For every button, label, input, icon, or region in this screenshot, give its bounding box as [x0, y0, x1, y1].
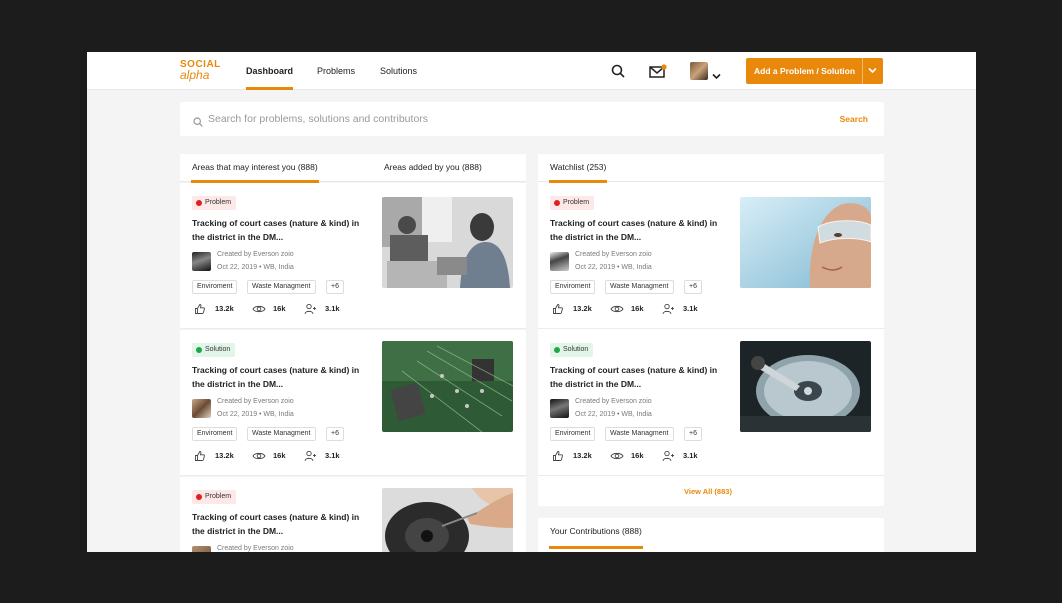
tag-more[interactable]: +6	[326, 427, 344, 441]
creator-name: Created by Everson zoio	[575, 398, 652, 405]
list-item[interactable]: Solution Tracking of court cases (nature…	[180, 330, 526, 476]
tag[interactable]: Enviroment	[192, 427, 238, 441]
tag-more[interactable]: +6	[684, 280, 702, 294]
followers-count: 3.1k	[683, 304, 698, 313]
eye-icon	[610, 305, 624, 313]
app-frame: SOCIAL alpha Dashboard Problems Solution…	[87, 52, 976, 552]
creator-avatar	[192, 546, 211, 552]
status-badge: Solution	[550, 343, 594, 357]
tag[interactable]: Waste Managment	[605, 427, 674, 441]
card-date-location: Oct 22, 2019 • WB, India	[575, 411, 652, 418]
likes-count: 13.2k	[215, 451, 234, 460]
card-title[interactable]: Tracking of court cases (nature & kind) …	[550, 363, 728, 391]
card-title[interactable]: Tracking of court cases (nature & kind) …	[550, 216, 728, 244]
user-follow-icon	[662, 303, 674, 315]
views-count: 16k	[631, 451, 644, 460]
followers-count: 3.1k	[325, 451, 340, 460]
card-image-hard-disk-drive[interactable]	[740, 341, 871, 432]
creator-avatar	[192, 252, 211, 271]
status-badge: Problem	[192, 490, 237, 504]
tab-contributions[interactable]: Your Contributions (888)	[549, 518, 643, 549]
tab-areas-added[interactable]: Areas added by you (888)	[384, 154, 482, 182]
likes-count: 13.2k	[215, 304, 234, 313]
add-button-label: Add a Problem / Solution	[754, 66, 856, 76]
tag[interactable]: Enviroment	[192, 280, 238, 294]
list-item[interactable]: Solution Tracking of court cases (nature…	[538, 330, 884, 476]
card-image-woman-safety-goggles[interactable]	[740, 197, 871, 288]
contributions-panel: Your Contributions (888)	[538, 518, 884, 552]
eye-icon	[252, 452, 266, 460]
logo-text-alpha: alpha	[180, 68, 210, 82]
creator-name: Created by Everson zoio	[217, 251, 294, 258]
user-avatar[interactable]	[690, 62, 708, 80]
card-image-office-people-laptops[interactable]	[382, 197, 513, 288]
thumbs-up-icon	[195, 304, 205, 314]
card-date-location: Oct 22, 2019 • WB, India	[217, 411, 294, 418]
tag[interactable]: Waste Managment	[247, 427, 316, 441]
creator-avatar	[192, 399, 211, 418]
areas-panel: Areas that may interest you (888) Areas …	[180, 154, 526, 552]
tag-more[interactable]: +6	[326, 280, 344, 294]
likes-count: 13.2k	[573, 451, 592, 460]
views-count: 16k	[273, 451, 286, 460]
likes-count: 13.2k	[573, 304, 592, 313]
creator-avatar	[550, 399, 569, 418]
areas-tabs: Areas that may interest you (888) Areas …	[180, 154, 526, 183]
tag[interactable]: Waste Managment	[247, 280, 316, 294]
card-image-circuit-board[interactable]	[382, 341, 513, 432]
chevron-down-icon[interactable]	[868, 67, 877, 74]
search-input[interactable]	[208, 110, 768, 128]
nav-dashboard[interactable]: Dashboard	[246, 52, 294, 90]
thumbs-up-icon	[553, 451, 563, 461]
search-icon	[193, 114, 203, 132]
thumbs-up-icon	[195, 451, 205, 461]
card-image-hand-repairing-device[interactable]	[382, 488, 513, 552]
creator-name: Created by Everson zoio	[575, 251, 652, 258]
add-problem-solution-button[interactable]: Add a Problem / Solution	[746, 58, 883, 84]
card-title[interactable]: Tracking of court cases (nature & kind) …	[192, 363, 370, 391]
watchlist-tabs: Watchlist (253)	[538, 154, 884, 183]
status-badge: Solution	[192, 343, 236, 357]
tag[interactable]: Enviroment	[550, 280, 596, 294]
card-date-location: Oct 22, 2019 • WB, India	[217, 264, 294, 271]
nav-problems[interactable]: Problems	[317, 52, 355, 90]
top-navigation-bar: SOCIAL alpha Dashboard Problems Solution…	[87, 52, 976, 90]
mail-notification-icon[interactable]	[649, 64, 667, 83]
creator-avatar	[550, 252, 569, 271]
creator-name: Created by Everson zoio	[217, 398, 294, 405]
list-item[interactable]: Problem Tracking of court cases (nature …	[538, 183, 884, 329]
social-alpha-logo[interactable]: SOCIAL alpha	[180, 59, 221, 81]
status-badge: Problem	[550, 196, 595, 210]
list-item[interactable]: Problem Tracking of court cases (nature …	[180, 183, 526, 329]
list-item[interactable]: Problem Tracking of court cases (nature …	[180, 477, 526, 552]
creator-name: Created by Everson zoio	[217, 545, 294, 552]
button-divider	[862, 58, 863, 84]
card-title[interactable]: Tracking of court cases (nature & kind) …	[192, 510, 370, 538]
view-all-link[interactable]: View All (883)	[684, 487, 732, 496]
thumbs-up-icon	[553, 304, 563, 314]
nav-solutions[interactable]: Solutions	[380, 52, 417, 90]
user-follow-icon	[304, 303, 316, 315]
tag[interactable]: Enviroment	[550, 427, 596, 441]
search-icon[interactable]	[611, 64, 625, 83]
followers-count: 3.1k	[683, 451, 698, 460]
search-bar: Search	[180, 102, 884, 136]
eye-icon	[252, 305, 266, 313]
watchlist-panel: Watchlist (253) Problem Tracking of cour…	[538, 154, 884, 506]
tab-areas-interest[interactable]: Areas that may interest you (888)	[191, 154, 319, 183]
followers-count: 3.1k	[325, 304, 340, 313]
eye-icon	[610, 452, 624, 460]
card-title[interactable]: Tracking of court cases (nature & kind) …	[192, 216, 370, 244]
status-badge: Problem	[192, 196, 237, 210]
card-date-location: Oct 22, 2019 • WB, India	[575, 264, 652, 271]
user-follow-icon	[662, 450, 674, 462]
views-count: 16k	[631, 304, 644, 313]
views-count: 16k	[273, 304, 286, 313]
tag-more[interactable]: +6	[684, 427, 702, 441]
user-follow-icon	[304, 450, 316, 462]
tab-watchlist[interactable]: Watchlist (253)	[548, 154, 608, 183]
search-button[interactable]: Search	[840, 114, 868, 124]
tag[interactable]: Waste Managment	[605, 280, 674, 294]
chevron-down-icon[interactable]	[712, 67, 721, 85]
